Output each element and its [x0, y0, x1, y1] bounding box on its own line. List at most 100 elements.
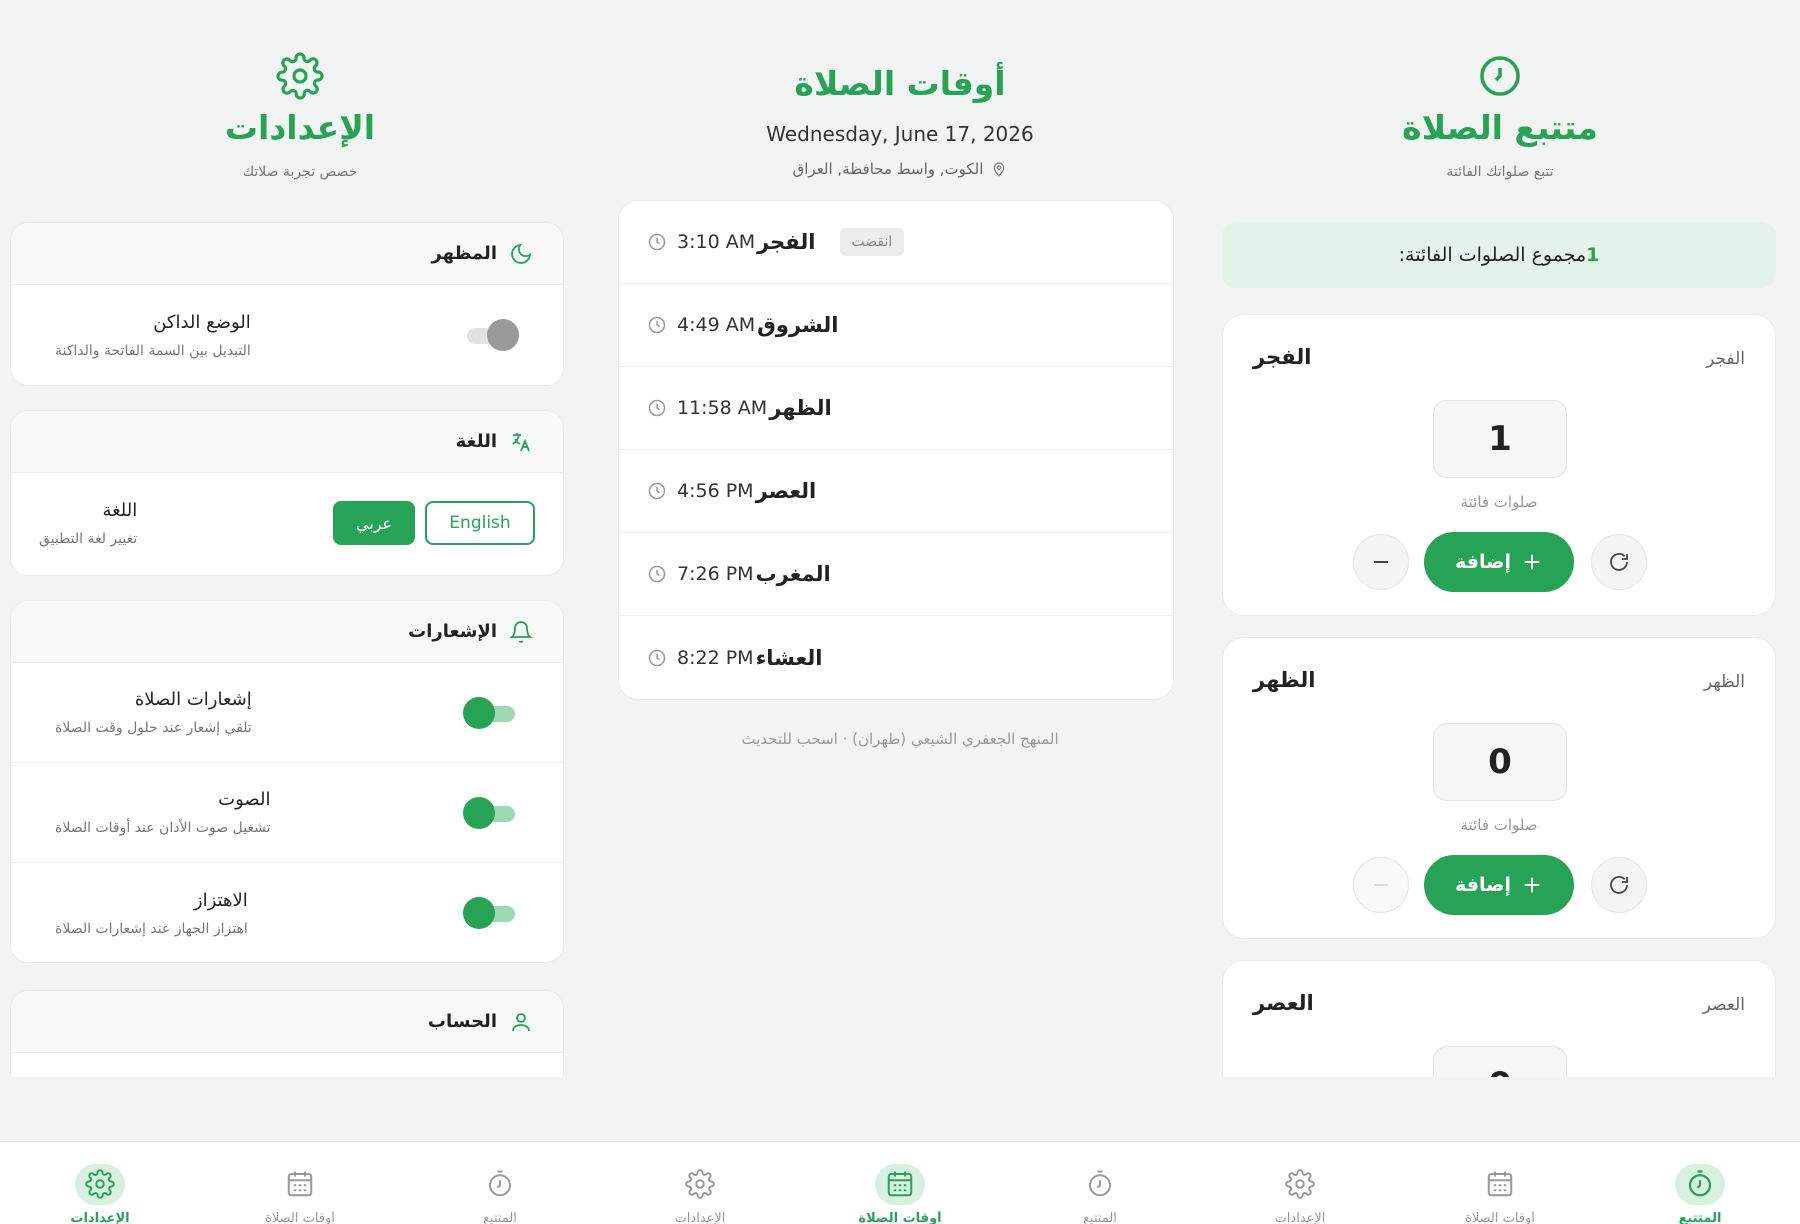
prayer-time: 8:22 PM: [677, 646, 754, 669]
page-title: أوقات الصلاة: [794, 64, 1006, 103]
english-button[interactable]: English: [425, 501, 535, 545]
vibration-subtitle: اهتزاز الجهاز عند إشعارات الصلاة: [55, 920, 248, 937]
appearance-title: المظهر: [431, 243, 497, 264]
notifications-title: الإشعارات: [408, 621, 497, 642]
refresh-icon: [1610, 553, 1628, 571]
times-content[interactable]: 3:10 AM الفجر انقضت 4:49 AM الشروق 11:58…: [600, 200, 1200, 1077]
nav-timer-icon: [1075, 1164, 1125, 1205]
language-row: اللغة تغيير لغة التطبيق عربي English: [11, 473, 563, 573]
bell-icon: [509, 620, 533, 643]
translate-icon: [512, 432, 530, 451]
nav-settings-label: الإعدادات: [674, 1210, 726, 1224]
tracker-card-fajr: الفجر الفجر 1 صلوات فائتة إضافة: [1222, 314, 1776, 616]
prayer-times-list: 3:10 AM الفجر انقضت 4:49 AM الشروق 11:58…: [618, 200, 1174, 700]
vibration-text: الاهتزاز اهتزاز الجهاز عند إشعارات الصلا…: [55, 890, 248, 937]
current-date: Wednesday, June 17, 2026: [766, 122, 1034, 146]
nav-timer-icon: [1675, 1164, 1725, 1205]
reset-button[interactable]: [1591, 534, 1647, 590]
account-header: الحساب: [11, 991, 563, 1053]
sound-toggle[interactable]: [463, 796, 519, 829]
nav-times[interactable]: أوقات الصلاة: [200, 1142, 400, 1224]
language-row-title: اللغة: [102, 499, 138, 521]
clock-icon: [648, 649, 666, 666]
prayer-time: 4:49 AM: [677, 314, 756, 336]
clock-icon: [648, 399, 666, 417]
minus-icon: [1374, 561, 1388, 563]
prayer-notifications-subtitle: تلقي إشعار عند حلول وقت الصلاة: [55, 720, 252, 736]
tracker-card-asr: العصر العصر 0: [1222, 960, 1776, 1077]
prayer-tracker-screen: متتبع الصلاة تتبع صلواتك الفائتة 1 مجموع…: [1200, 0, 1800, 1224]
language-card: اللغة اللغة تغيير لغة التطبيق عربي Engli…: [10, 410, 564, 576]
language-row-subtitle: تغيير لغة التطبيق: [39, 530, 138, 547]
prayer-time: 7:26 PM: [677, 563, 754, 585]
settings-header: الإعدادات خصص تجربة صلاتك: [0, 0, 600, 200]
nav-settings[interactable]: الإعدادات: [0, 1142, 200, 1224]
missed-count: 1: [1433, 400, 1567, 478]
clock-icon: [648, 482, 666, 500]
prayer-name-bold: الفجر: [1253, 345, 1312, 369]
toggle-knob: [463, 796, 495, 829]
prayer-notifications-text: إشعارات الصلاة تلقي إشعار عند حلول وقت ا…: [55, 689, 252, 736]
passed-badge: انقضت: [839, 228, 905, 256]
prayer-row-dhuhr: 11:58 AM الظهر: [619, 367, 1173, 450]
clock-icon: [648, 233, 666, 251]
moon-icon: [511, 243, 532, 264]
dark-mode-toggle[interactable]: [463, 319, 519, 351]
prayer-name-secondary: العصر: [1702, 995, 1745, 1015]
sound-text: الصوت تشغيل صوت الأذان عند أوقات الصلاة: [55, 789, 271, 836]
nav-settings[interactable]: الإعدادات: [1200, 1142, 1400, 1224]
page-title: متتبع الصلاة: [1402, 108, 1598, 147]
missed-count-label: صلوات فائتة: [1460, 816, 1538, 834]
toggle-knob: [487, 319, 519, 351]
page-title: الإعدادات: [224, 108, 376, 147]
nav-times[interactable]: أوقات الصلاة: [1400, 1142, 1600, 1224]
dark-mode-text: الوضع الداكن التبديل بين السمة الفاتحة و…: [55, 312, 251, 359]
refresh-icon: [1610, 876, 1628, 894]
decrement-button[interactable]: [1353, 857, 1409, 913]
prayer-notifications-title: إشعارات الصلاة: [134, 689, 252, 710]
total-missed-label: مجموع الصلوات الفائتة:: [1398, 244, 1587, 266]
clock-icon: [648, 316, 666, 334]
nav-tracker[interactable]: المتتبع: [1600, 1142, 1800, 1224]
arabic-button[interactable]: عربي: [333, 501, 415, 545]
prayer-row-isha: 8:22 PM العشاء: [619, 616, 1173, 699]
missed-count: 0: [1433, 723, 1567, 801]
add-button[interactable]: إضافة: [1424, 855, 1574, 915]
reset-button[interactable]: [1591, 857, 1647, 913]
prayer-name: العشاء: [755, 645, 823, 670]
toggle-knob: [463, 696, 495, 729]
prayer-name-bold: الظهر: [1253, 668, 1316, 692]
calculation-method-note: المنهج الجعفري الشيعي (طهران) · اسحب للت…: [741, 730, 1059, 748]
nav-tracker[interactable]: المتتبع: [1000, 1142, 1200, 1224]
add-button[interactable]: إضافة: [1424, 532, 1574, 592]
vibration-toggle[interactable]: [463, 897, 519, 929]
prayer-notifications-toggle[interactable]: [463, 696, 519, 729]
nav-gear-icon: [1275, 1164, 1325, 1205]
timer-icon: [1480, 56, 1520, 96]
nav-times[interactable]: أوقات الصلاة: [800, 1142, 1000, 1224]
nav-settings-label: الإعدادات: [70, 1210, 130, 1224]
location-pin-icon: [994, 162, 1005, 177]
nav-tracker[interactable]: المتتبع: [400, 1142, 600, 1224]
decrement-button[interactable]: [1353, 534, 1409, 590]
nav-times-label: أوقات الصلاة: [265, 1210, 335, 1224]
language-title: اللغة: [455, 431, 497, 452]
nav-tracker-label: المتتبع: [483, 1210, 517, 1224]
prayer-time: 4:56 PM: [677, 480, 754, 502]
prayer-time: 3:10 AM: [677, 231, 756, 253]
nav-calendar-icon: [875, 1164, 925, 1205]
location-text: الكوت, واسط محافظة, العراق: [792, 160, 984, 178]
prayer-notifications-row: إشعارات الصلاة تلقي إشعار عند حلول وقت ا…: [11, 663, 563, 763]
tracker-content[interactable]: 1 مجموع الصلوات الفائتة: الفجر الفجر 1 ص…: [1200, 200, 1800, 1077]
total-missed-banner: 1 مجموع الصلوات الفائتة:: [1222, 222, 1776, 288]
sound-row: الصوت تشغيل صوت الأذان عند أوقات الصلاة: [11, 763, 563, 863]
prayer-name-bold: العصر: [1253, 991, 1314, 1015]
prayer-row-fajr: 3:10 AM الفجر انقضت: [619, 201, 1173, 284]
vibration-row: الاهتزاز اهتزاز الجهاز عند إشعارات الصلا…: [11, 863, 563, 962]
nav-settings[interactable]: الإعدادات: [600, 1142, 800, 1224]
nav-times-label: أوقات الصلاة: [1465, 1210, 1535, 1224]
total-missed-value: 1: [1586, 244, 1600, 266]
dark-mode-title: الوضع الداكن: [153, 311, 251, 333]
settings-content[interactable]: المظهر الوضع الداكن التبديل بين السمة ال…: [0, 200, 600, 1077]
prayer-row-sunrise: 4:49 AM الشروق: [619, 284, 1173, 367]
